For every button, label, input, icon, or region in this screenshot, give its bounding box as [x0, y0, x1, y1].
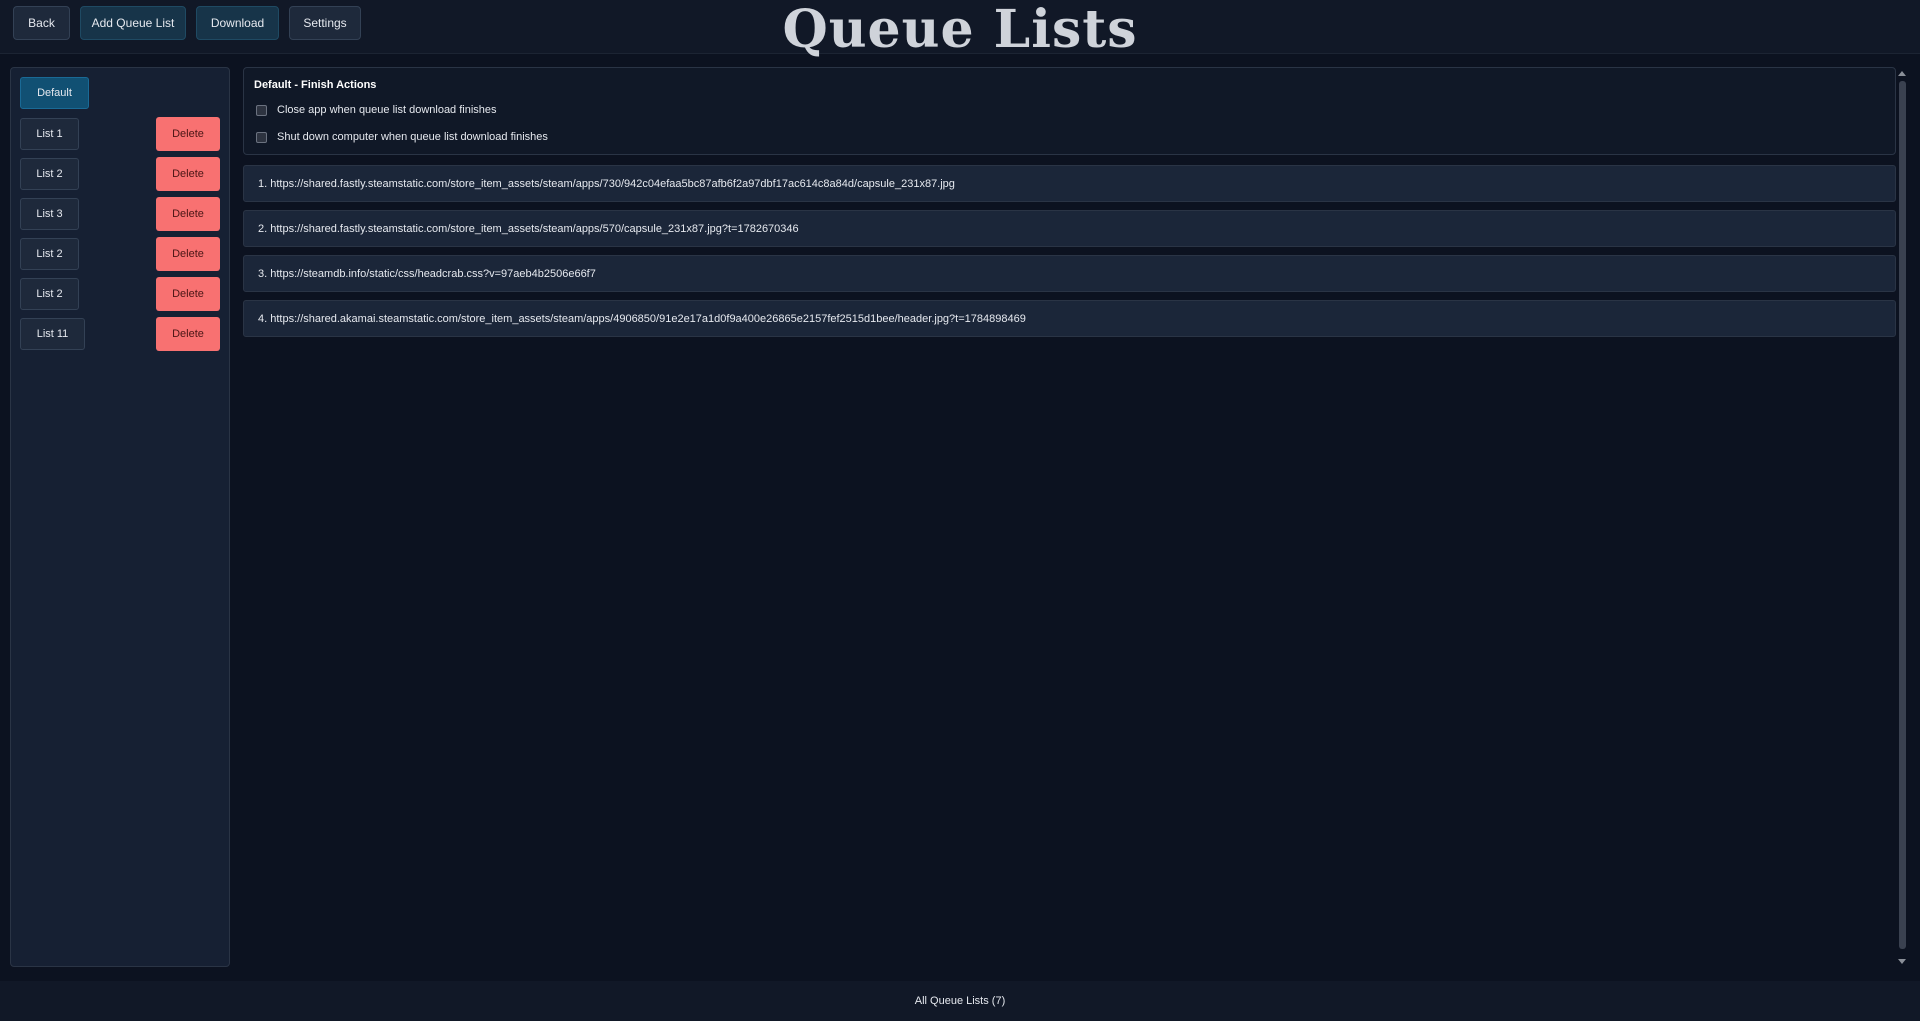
add-queue-list-button[interactable]: Add Queue List: [80, 6, 186, 40]
page-title: Queue Lists: [782, 0, 1138, 60]
sidebar-item-list-2b[interactable]: List 2: [20, 238, 79, 270]
delete-list-11-button[interactable]: Delete: [156, 317, 220, 351]
scroll-up-arrow-icon[interactable]: [1898, 71, 1906, 76]
queue-item[interactable]: 1. https://shared.fastly.steamstatic.com…: [243, 165, 1896, 202]
status-footer: All Queue Lists (7): [0, 981, 1920, 1021]
back-button[interactable]: Back: [13, 6, 70, 40]
sidebar-item-list-3[interactable]: List 3: [20, 198, 79, 230]
all-queue-lists-count: All Queue Lists (7): [914, 995, 1006, 1007]
finish-actions-title: Default - Finish Actions: [254, 79, 377, 91]
queue-item[interactable]: 4. https://shared.akamai.steamstatic.com…: [243, 300, 1896, 337]
settings-button[interactable]: Settings: [289, 6, 361, 40]
delete-list-3-button[interactable]: Delete: [156, 197, 220, 231]
queue-item[interactable]: 3. https://steamdb.info/static/css/headc…: [243, 255, 1896, 292]
close-app-label: Close app when queue list download finis…: [277, 104, 497, 116]
finish-actions-panel: Default - Finish Actions Close app when …: [243, 67, 1896, 155]
close-app-option: Close app when queue list download finis…: [256, 104, 497, 116]
main-scrollbar[interactable]: [1896, 67, 1908, 967]
sidebar-item-list-2[interactable]: List 2: [20, 158, 79, 190]
queue-item[interactable]: 2. https://shared.fastly.steamstatic.com…: [243, 210, 1896, 247]
scroll-thumb[interactable]: [1899, 81, 1906, 949]
delete-list-1-button[interactable]: Delete: [156, 117, 220, 151]
shutdown-option: Shut down computer when queue list downl…: [256, 131, 548, 143]
download-button[interactable]: Download: [196, 6, 279, 40]
sidebar-item-default[interactable]: Default: [20, 77, 89, 109]
delete-list-2b-button[interactable]: Delete: [156, 237, 220, 271]
sidebar-item-list-1[interactable]: List 1: [20, 118, 79, 150]
sidebar-item-list-11[interactable]: List 11: [20, 318, 85, 350]
delete-list-2-button[interactable]: Delete: [156, 157, 220, 191]
scroll-down-arrow-icon[interactable]: [1898, 959, 1906, 964]
delete-list-2c-button[interactable]: Delete: [156, 277, 220, 311]
queue-list-sidebar: Default List 1 Delete List 2 Delete List…: [10, 67, 230, 967]
shutdown-label: Shut down computer when queue list downl…: [277, 131, 548, 143]
sidebar-item-list-2c[interactable]: List 2: [20, 278, 79, 310]
top-toolbar: Back Add Queue List Download Settings Qu…: [0, 0, 1920, 60]
close-app-checkbox[interactable]: [256, 104, 267, 116]
shutdown-checkbox[interactable]: [256, 131, 267, 143]
